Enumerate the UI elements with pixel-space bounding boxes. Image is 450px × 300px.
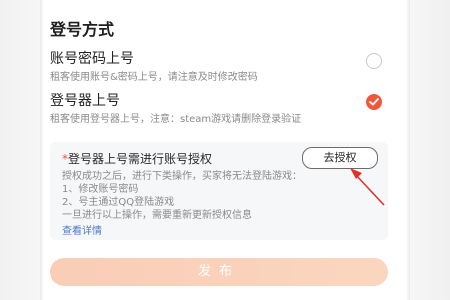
publish-button[interactable]: 发布 (50, 258, 388, 286)
annotation-arrow-icon (350, 168, 385, 206)
